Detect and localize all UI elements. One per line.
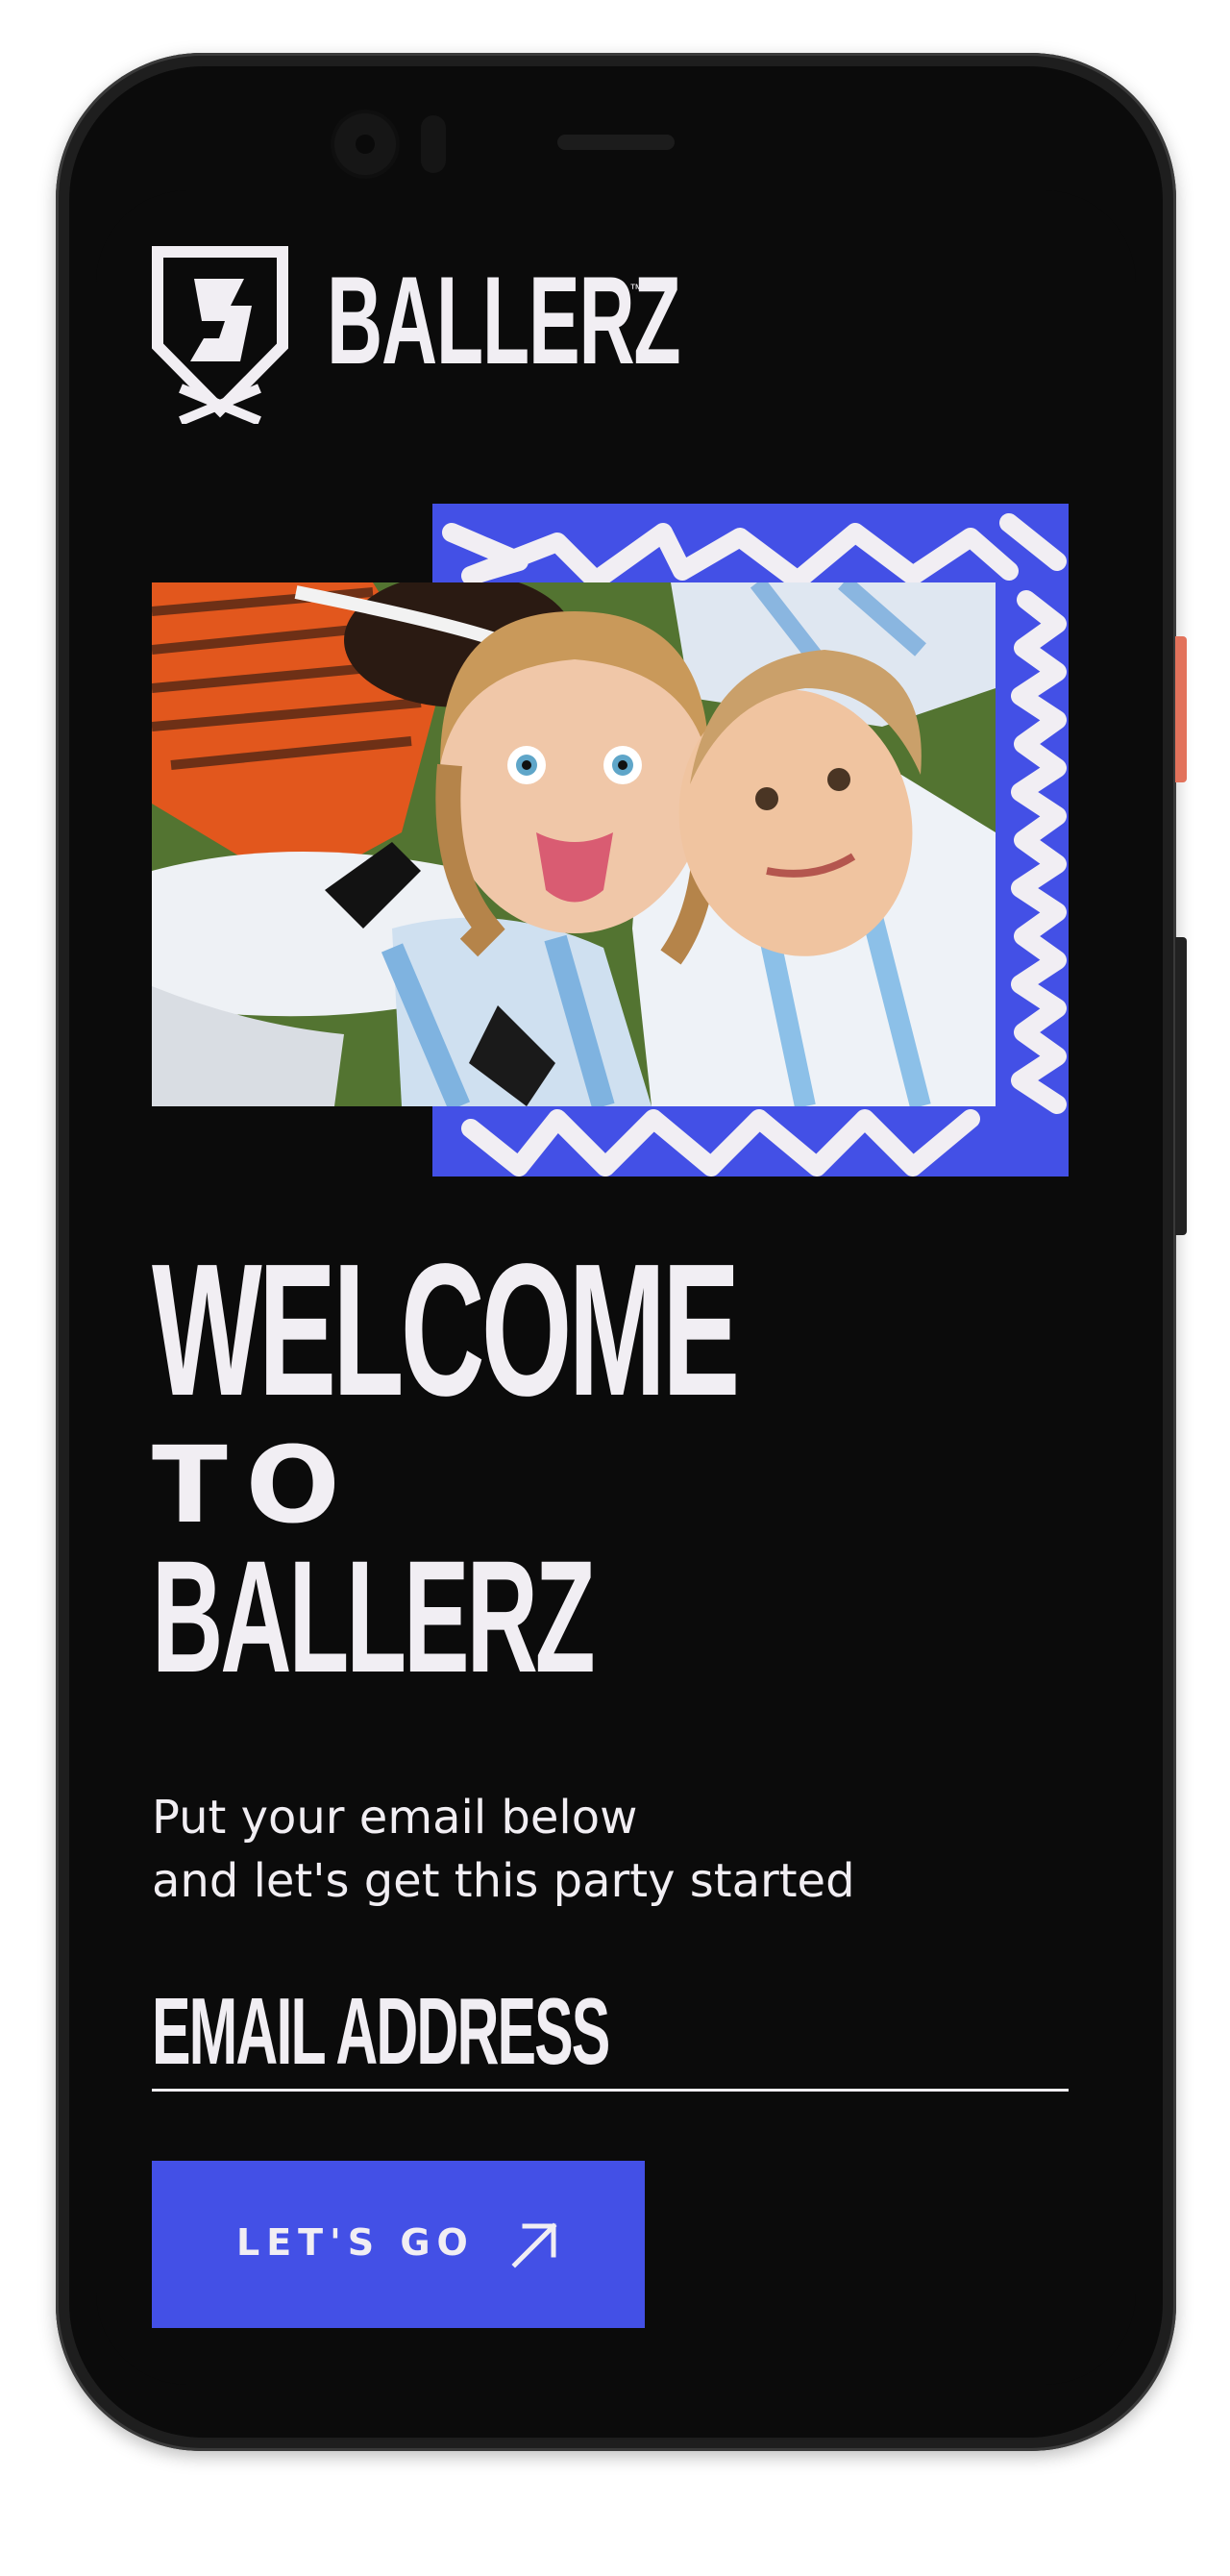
- subtitle-line-1: Put your email below: [152, 1791, 638, 1845]
- brand-wordmark: BALLERZ: [327, 250, 681, 390]
- power-button: [1175, 636, 1187, 782]
- arrow-up-right-icon: [511, 2222, 557, 2268]
- trademark-symbol: ™: [629, 281, 643, 296]
- subtitle: Put your email below and let's get this …: [152, 1786, 855, 1913]
- front-camera-icon: [334, 113, 396, 175]
- subtitle-line-2: and let's get this party started: [152, 1854, 855, 1908]
- shield-b-logo-icon: [152, 246, 288, 424]
- headline-line-1: WELCOME: [152, 1225, 740, 1435]
- volume-button: [1175, 937, 1187, 1235]
- app-screen: BALLERZ ™ WELCOME TO BALLERZ Put your em…: [96, 190, 1136, 2385]
- lets-go-button[interactable]: LET'S GO: [152, 2161, 645, 2328]
- headline-line-3: BALLERZ: [152, 1528, 596, 1706]
- proximity-sensor: [421, 115, 446, 173]
- email-field[interactable]: [152, 1969, 1069, 2092]
- hero-photo: [152, 582, 996, 1106]
- welcome-headline: WELCOME TO BALLERZ: [152, 1236, 1095, 1697]
- headline-line-2: TO: [152, 1424, 358, 1547]
- lets-go-label: LET'S GO: [236, 2221, 475, 2264]
- team-photo-image: [152, 582, 996, 1106]
- earpiece-speaker: [557, 135, 675, 150]
